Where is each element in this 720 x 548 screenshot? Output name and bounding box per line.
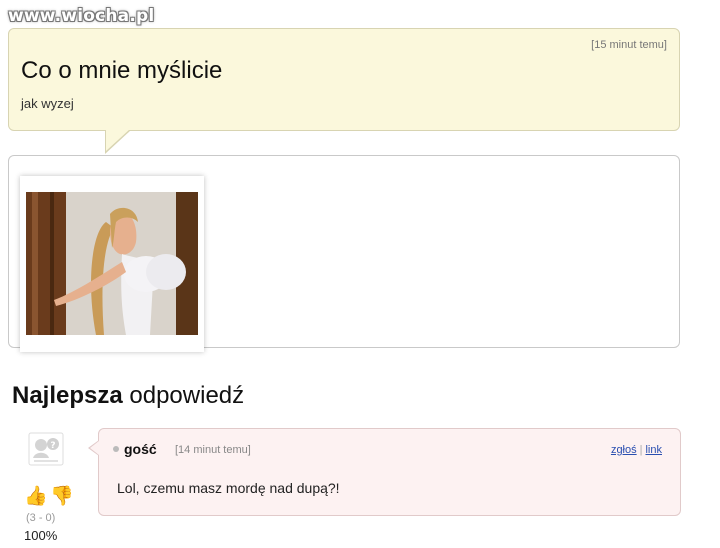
bullet-icon (113, 446, 119, 452)
report-link[interactable]: zgłoś (611, 444, 637, 456)
answer-bubble-tail-fill (90, 441, 99, 455)
link-separator: | (639, 444, 643, 456)
answer-actions: zgłoś | link (611, 444, 662, 456)
thumb-down-icon[interactable]: 👎 (50, 484, 74, 508)
attachment-thumbnail[interactable] (20, 176, 204, 352)
vote-score: (3 - 0) (26, 512, 56, 524)
answer-text: Lol, czemu masz mordę nad dupą?! (117, 480, 340, 496)
avatar-placeholder-icon: ? (28, 432, 64, 466)
question-bubble-tail-fill (106, 129, 130, 151)
question-details: jak wyzej (21, 96, 74, 111)
attached-photo[interactable] (26, 192, 198, 335)
svg-text:?: ? (50, 441, 55, 451)
answer-time: [14 minut temu] (175, 444, 251, 456)
question-time: [15 minut temu] (591, 39, 667, 51)
best-answer-heading: Najlepsza odpowiedź (12, 382, 244, 410)
best-answer-heading-bold: Najlepsza (12, 382, 123, 409)
best-answer-heading-rest: odpowiedź (122, 382, 245, 409)
vote-percent: 100% (24, 528, 58, 543)
thumb-up-icon[interactable]: 👍 (24, 484, 48, 508)
question-title: Co o mnie myślicie (21, 57, 223, 84)
watermark-logo: www.wiocha.pl (8, 6, 155, 26)
question-box: [15 minut temu] Co o mnie myślicie jak w… (8, 28, 680, 131)
answer-author: gość (124, 441, 157, 457)
permalink[interactable]: link (645, 444, 662, 456)
answer-box: gość [14 minut temu] zgłoś | link Lol, cze… (98, 428, 681, 516)
photo-illustration (26, 192, 198, 335)
